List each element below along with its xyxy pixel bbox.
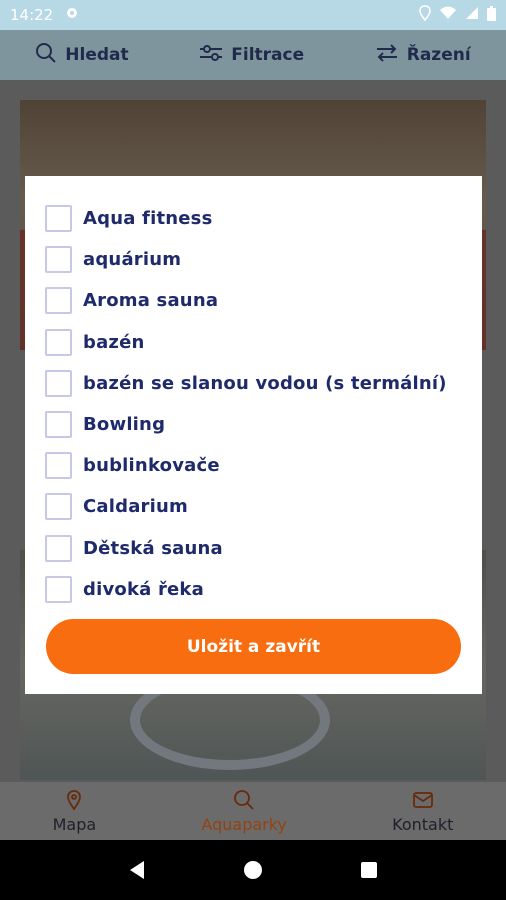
checkbox[interactable] [45, 287, 72, 315]
checkbox[interactable] [45, 246, 72, 274]
back-icon[interactable] [128, 860, 146, 880]
checkbox[interactable] [45, 575, 72, 603]
checkbox[interactable] [45, 369, 72, 397]
status-time: 14:22 [10, 6, 54, 24]
filter-option[interactable]: aquárium [45, 239, 462, 280]
filter-option[interactable]: bublinkovače [45, 445, 462, 486]
option-label: Bowling [83, 414, 166, 436]
save-and-close-button[interactable]: Uložit a zavřít [46, 619, 461, 674]
option-label: aquárium [83, 249, 182, 271]
system-navigation-bar [0, 840, 506, 900]
filter-option[interactable]: divoká řeka [45, 569, 462, 610]
location-icon [419, 5, 431, 25]
filter-option[interactable]: Bowling [45, 404, 462, 445]
option-label: Dětská sauna [83, 537, 223, 559]
filter-option[interactable]: Aqua fitness [45, 198, 462, 239]
settings-icon [65, 6, 79, 24]
option-label: Aqua fitness [83, 208, 213, 230]
filter-option[interactable]: Aroma sauna [45, 280, 462, 321]
checkbox[interactable] [45, 205, 72, 233]
status-bar: 14:22 [0, 0, 506, 30]
checkbox[interactable] [45, 534, 72, 562]
option-label: bazén se slanou vodou (s termální) [83, 372, 447, 394]
battery-icon [487, 5, 496, 25]
option-label: divoká řeka [83, 578, 204, 600]
checkbox[interactable] [45, 452, 72, 480]
option-label: Aroma sauna [83, 290, 219, 312]
checkbox[interactable] [45, 411, 72, 439]
filter-option[interactable]: Caldarium [45, 486, 462, 527]
option-label: Caldarium [83, 496, 188, 518]
home-icon[interactable] [243, 860, 263, 880]
filter-option[interactable]: bazén se slanou vodou (s termální) [45, 363, 462, 404]
option-label: bazén [83, 331, 145, 353]
filter-option[interactable]: bazén [45, 322, 462, 363]
filter-dialog: Aqua fitness aquárium Aroma sauna bazén … [25, 176, 482, 694]
checkbox[interactable] [45, 493, 72, 521]
filter-option[interactable]: Dětská sauna [45, 528, 462, 569]
option-label: bublinkovače [83, 455, 220, 477]
checkbox[interactable] [45, 328, 72, 356]
recents-icon[interactable] [360, 861, 378, 879]
signal-icon [465, 6, 479, 24]
wifi-icon [439, 6, 457, 24]
